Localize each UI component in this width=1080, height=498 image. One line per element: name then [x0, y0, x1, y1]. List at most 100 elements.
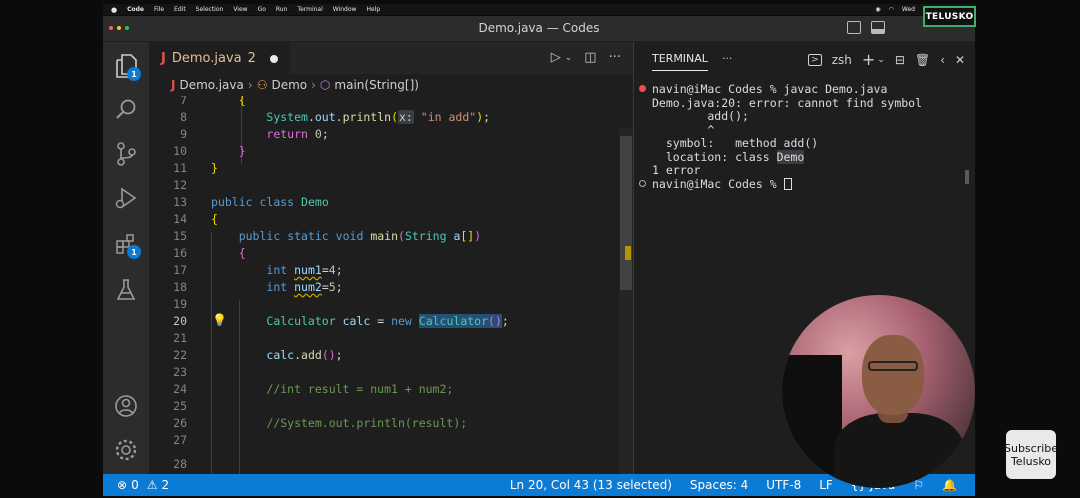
manage-button[interactable]	[103, 430, 149, 470]
editor-scrollbar[interactable]	[619, 128, 633, 474]
close-icon[interactable]: ✕	[955, 53, 965, 67]
line-number: 23	[173, 365, 187, 379]
menu-window[interactable]: Window	[333, 6, 357, 13]
code-text: }	[238, 144, 246, 158]
code-editor[interactable]: 7 { 8 System.out.println(x: "in add"); 9…	[149, 96, 619, 474]
breadcrumb-class[interactable]: Demo	[271, 78, 307, 92]
unsaved-dot-icon[interactable]	[269, 54, 278, 63]
code-text: System.out.println(x: "in add");	[266, 110, 491, 124]
terminal-dropdown-icon[interactable]: ⌄	[877, 55, 885, 65]
problems-status[interactable]: ⊗ 0 ⚠ 2	[103, 478, 169, 492]
line-number: 25	[173, 399, 187, 413]
new-terminal-icon[interactable]: +	[862, 50, 875, 69]
testing-button[interactable]	[103, 270, 149, 310]
presenter-body	[834, 413, 964, 488]
extensions-button[interactable]: 1	[103, 224, 149, 264]
code-text: calc.add();	[266, 348, 343, 362]
accounts-button[interactable]	[103, 386, 149, 426]
menu-go[interactable]: Go	[258, 6, 266, 13]
source-control-icon	[117, 142, 136, 166]
split-terminal-icon[interactable]: ⊟	[895, 53, 905, 67]
window-title: Demo.java — Codes	[478, 21, 600, 35]
chevron-left-icon[interactable]: ‹	[940, 53, 945, 67]
code-line: 27	[149, 432, 619, 449]
breadcrumb-method[interactable]: main(String[])	[334, 78, 419, 92]
menu-view[interactable]: View	[233, 6, 247, 13]
code-text: return 0;	[266, 127, 329, 141]
split-editor-icon[interactable]: ◫	[584, 50, 596, 65]
line-number: 28	[173, 457, 187, 471]
terminal-scrollbar[interactable]	[965, 170, 969, 184]
more-panels-icon[interactable]: ···	[722, 52, 733, 65]
toggle-panel-icon[interactable]	[871, 21, 885, 34]
code-line: 10 }	[149, 143, 619, 160]
line-number: 12	[173, 178, 187, 192]
subscribe-line1: Subscribe	[1003, 441, 1059, 455]
command-idle-icon[interactable]	[639, 179, 646, 187]
code-line: 17 int num1=4;	[149, 262, 619, 279]
code-text: //int result = num1 + num2;	[266, 382, 454, 396]
apple-icon[interactable]: ●	[111, 6, 117, 14]
menu-selection[interactable]: Selection	[196, 6, 224, 13]
code-text: {	[238, 96, 246, 107]
trash-icon[interactable]: 🗑	[915, 53, 930, 67]
terminal-shell-name[interactable]: zsh	[832, 53, 852, 67]
terminal-line-text: ^	[652, 122, 715, 137]
chevron-right-icon: ›	[247, 78, 253, 92]
explorer-button[interactable]: 1	[103, 46, 149, 86]
line-number: 16	[173, 246, 187, 260]
line-number: 20	[173, 314, 187, 328]
run-debug-button[interactable]	[103, 178, 149, 218]
line-number: 24	[173, 382, 187, 396]
run-dropdown-icon[interactable]: ⌄	[565, 53, 573, 65]
code-text: //System.out.println(result);	[266, 416, 468, 430]
wifi-icon[interactable]: ◠	[889, 6, 894, 13]
tab-demo-java[interactable]: J Demo.java 2	[149, 42, 290, 74]
code-line: 25	[149, 398, 619, 415]
code-text: public class Demo	[211, 195, 329, 209]
indentation[interactable]: Spaces: 4	[690, 478, 748, 492]
terminal-prompt: navin@iMac Codes %	[652, 177, 792, 191]
breadcrumb-file[interactable]: Demo.java	[179, 78, 243, 92]
run-icon[interactable]: ▷	[551, 50, 561, 65]
line-number: 21	[173, 331, 187, 345]
terminal-cursor	[783, 177, 792, 190]
source-control-button[interactable]	[103, 134, 149, 174]
code-line: 9 return 0;	[149, 126, 619, 143]
line-number: 11	[173, 161, 187, 175]
method-icon: ⬡	[319, 78, 331, 92]
code-line: 26 //System.out.println(result);	[149, 415, 619, 432]
command-error-icon[interactable]	[639, 85, 646, 92]
editor-tabs: J Demo.java 2 ▷ ⌄ ◫ ···	[149, 42, 633, 74]
scrollbar-thumb[interactable]	[620, 136, 632, 290]
menu-edit[interactable]: Edit	[174, 6, 186, 13]
more-actions-icon[interactable]: ···	[609, 50, 621, 65]
line-number: 27	[173, 433, 187, 447]
menu-terminal[interactable]: Terminal	[297, 6, 322, 13]
subscribe-button[interactable]: Subscribe Telusko	[1003, 430, 1059, 479]
scrollbar-warning-mark	[625, 246, 631, 260]
terminal-line-text: 1 error	[652, 163, 701, 177]
menu-help[interactable]: Help	[366, 6, 380, 13]
subscribe-line2: Telusko	[1010, 454, 1052, 468]
menu-run[interactable]: Run	[276, 6, 288, 13]
line-number: 22	[173, 348, 187, 362]
menu-file[interactable]: File	[154, 6, 164, 13]
search-button[interactable]	[103, 90, 149, 130]
window-title-bar: Demo.java — Codes	[103, 16, 975, 42]
cursor-position[interactable]: Ln 20, Col 43 (13 selected)	[510, 478, 672, 492]
code-line: 12	[149, 177, 619, 194]
code-text: {	[211, 212, 218, 226]
control-center-icon[interactable]: ◉	[875, 6, 880, 13]
terminal-header: TERMINAL ··· > zsh + ⌄ ⊟ 🗑 ‹ ✕	[634, 42, 975, 74]
flask-icon	[116, 279, 136, 300]
terminal-line-text: add();	[652, 109, 749, 123]
toggle-sidebar-icon[interactable]	[847, 21, 861, 34]
line-number: 7	[180, 96, 187, 107]
clock-day[interactable]: Wed	[902, 6, 915, 13]
tab-terminal[interactable]: TERMINAL	[652, 52, 708, 71]
menu-code[interactable]: Code	[127, 6, 144, 13]
tab-problem-count: 2	[247, 51, 256, 66]
code-line: 19	[149, 296, 619, 313]
line-number: 18	[173, 280, 187, 294]
